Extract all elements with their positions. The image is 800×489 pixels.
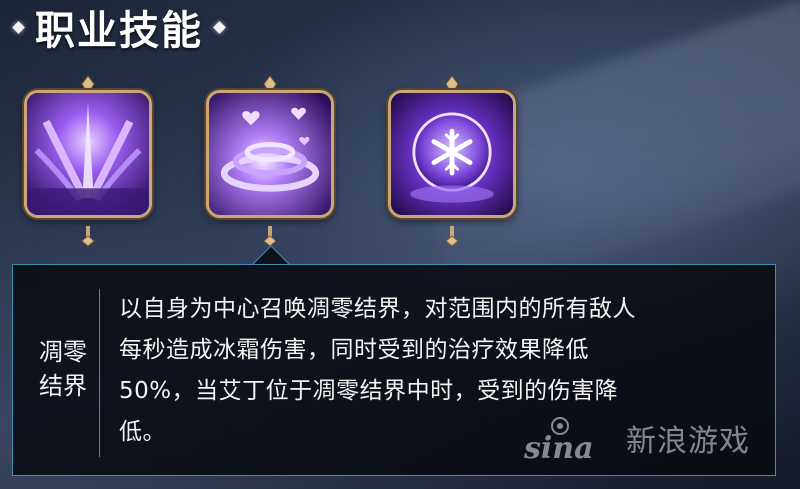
tooltip-divider	[99, 289, 100, 457]
description-line: 以自身为中心召唤凋零结界，对范围内的所有敌人	[119, 296, 636, 322]
pin-bottom-icon	[263, 226, 277, 246]
section-title-text: 职业技能	[35, 8, 203, 54]
svg-text:sina: sina	[523, 431, 594, 464]
skill-icon-frame	[24, 90, 152, 218]
description-line: 50%，当艾丁位于凋零结界中时，受到的伤害降	[119, 378, 619, 404]
diamond-left-icon	[12, 20, 25, 34]
skill-slot-2[interactable]	[200, 76, 340, 246]
purple-vortex-hearts-icon	[209, 93, 331, 215]
skill-name: 凋零 结界	[33, 335, 93, 403]
skill-name-line: 结界	[39, 372, 87, 400]
snowflake-orb-icon	[391, 93, 513, 215]
purple-claw-icon	[27, 93, 149, 215]
skill-slot-1[interactable]	[18, 76, 158, 246]
pin-bottom-icon	[445, 226, 459, 246]
sina-logo-icon: sina	[523, 417, 594, 464]
watermark-text: 新浪游戏	[626, 424, 750, 459]
diamond-right-icon	[213, 20, 226, 34]
skill-icon-frame	[388, 90, 516, 218]
sina-watermark: sina 新浪游戏	[522, 408, 750, 468]
skill-slot-3[interactable]	[382, 76, 522, 246]
skill-icon-frame	[206, 90, 334, 218]
section-title: 职业技能	[12, 4, 226, 54]
description-line: 每秒造成冰霜伤害，同时受到的治疗效果降低	[119, 337, 589, 363]
pin-bottom-icon	[81, 226, 95, 246]
skill-name-line: 凋零	[39, 338, 87, 366]
